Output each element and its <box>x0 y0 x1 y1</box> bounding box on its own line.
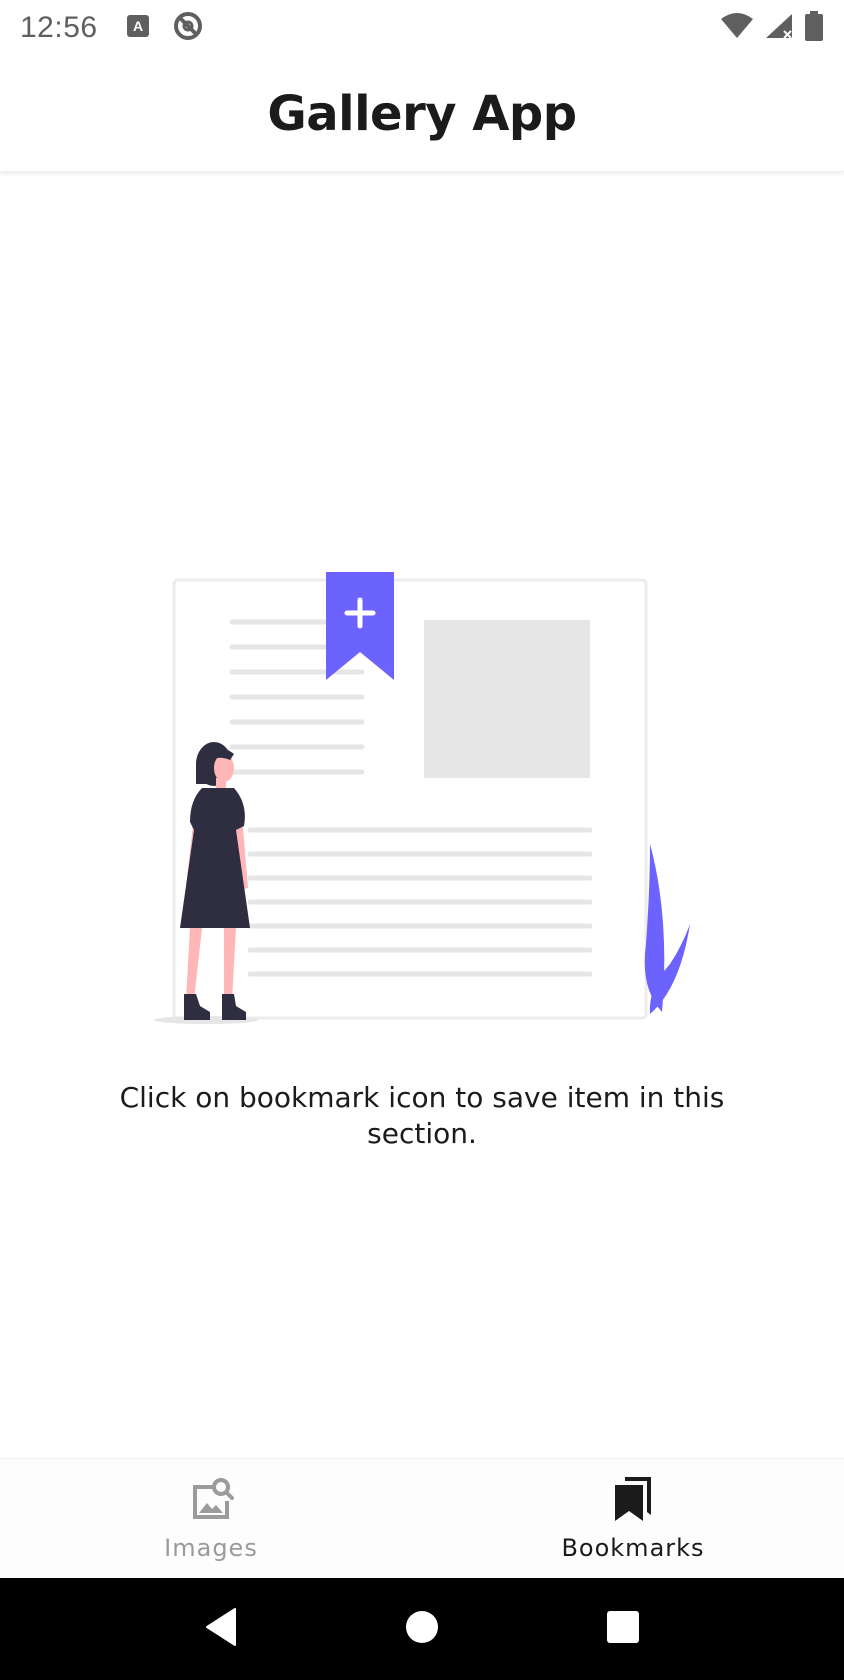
nav-item-images[interactable]: Images <box>0 1459 422 1578</box>
nav-item-bookmarks[interactable]: Bookmarks <box>422 1459 844 1578</box>
wifi-icon <box>720 12 754 45</box>
keyboard-a-icon: A <box>126 14 150 43</box>
nav-label-bookmarks: Bookmarks <box>561 1534 705 1562</box>
image-search-icon <box>187 1475 235 1528</box>
empty-state-illustration <box>150 568 700 1028</box>
app-bar: Gallery App <box>0 56 844 172</box>
home-button[interactable] <box>392 1599 452 1659</box>
no-sync-icon <box>172 10 204 47</box>
back-button[interactable] <box>191 1599 251 1659</box>
bookmarks-icon <box>609 1475 657 1528</box>
signal-icon <box>764 12 794 45</box>
bottom-navigation: Images Bookmarks <box>0 1458 844 1578</box>
status-left-icons: A <box>126 10 204 47</box>
home-icon <box>405 1610 439 1649</box>
page-title: Gallery App <box>267 85 577 142</box>
recents-icon <box>606 1610 640 1649</box>
recents-button[interactable] <box>593 1599 653 1659</box>
empty-state-message: Click on bookmark icon to save item in t… <box>119 1081 725 1150</box>
svg-text:A: A <box>133 18 143 34</box>
nav-label-images: Images <box>164 1534 258 1562</box>
status-bar: 12:56 A <box>0 0 844 56</box>
battery-icon <box>804 10 824 46</box>
back-icon <box>203 1607 239 1652</box>
screen: 12:56 A Gallery App Click on bookmark ic… <box>0 0 844 1680</box>
status-right-icons <box>720 10 824 46</box>
system-navigation-bar <box>0 1578 844 1680</box>
status-time: 12:56 <box>20 11 98 44</box>
